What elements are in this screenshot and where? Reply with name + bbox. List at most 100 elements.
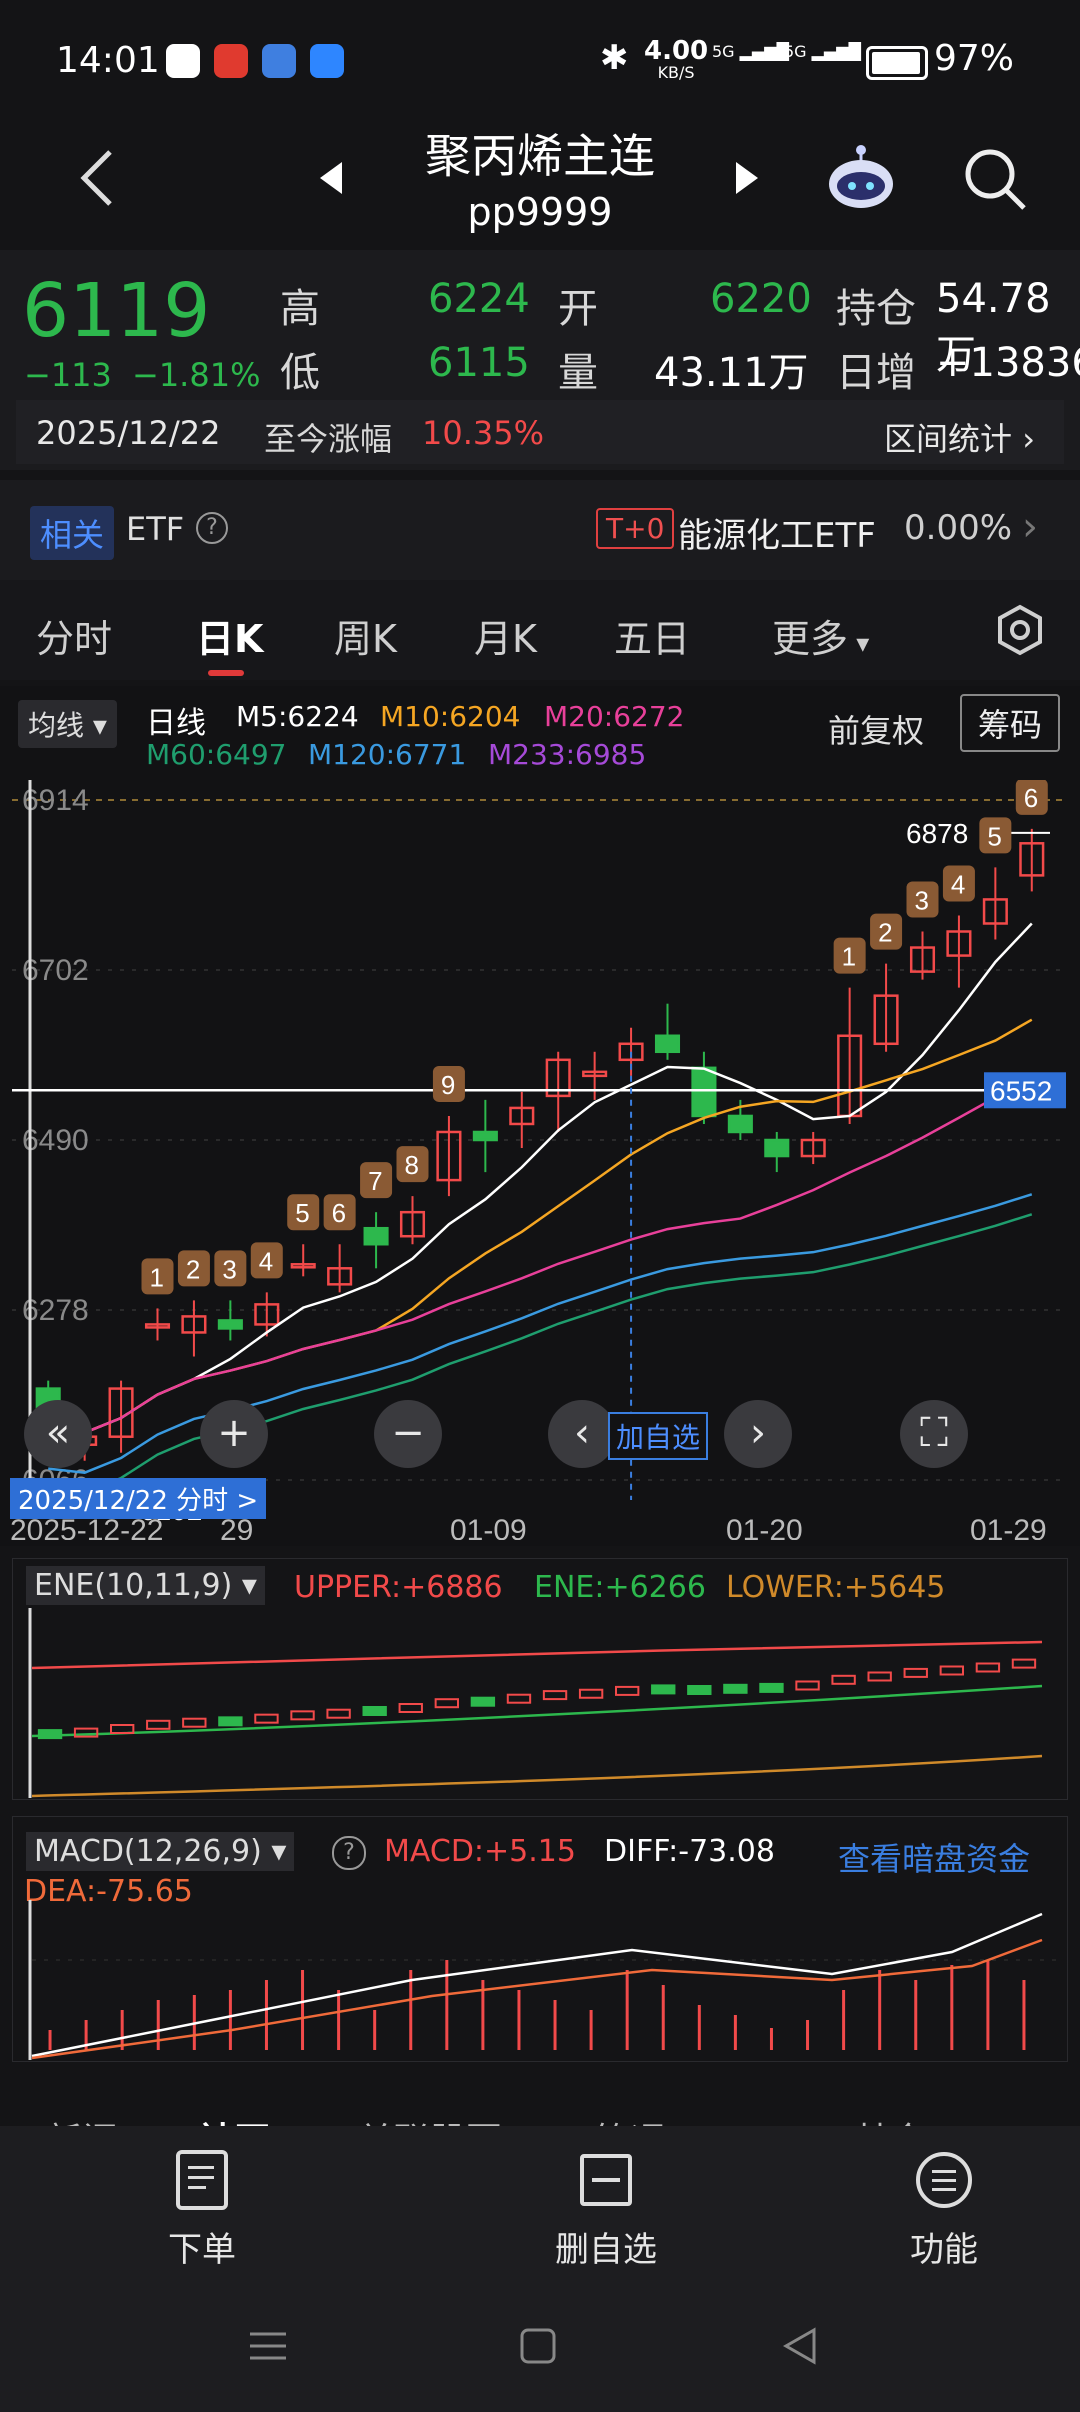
sequence-marker-label: 8 (405, 1150, 419, 1180)
ene-lower-line (31, 1754, 1043, 1798)
tab-overview[interactable]: 简况 (594, 2112, 666, 2126)
last-price: 6119 (22, 268, 211, 354)
tab-monthly-k[interactable]: 月K (474, 608, 537, 663)
x-tick-label: 01-09 (450, 1514, 527, 1540)
function-label: 功能 (910, 2230, 978, 2270)
chip-button[interactable]: 筹码 (960, 694, 1061, 752)
page-title: 聚丙烯主连 (425, 129, 655, 183)
remove-favorite-button[interactable]: 删自选 (496, 2150, 716, 2271)
ma5-label: M5:6224 (236, 700, 359, 733)
low-label: 低 (280, 350, 320, 396)
help-icon[interactable]: ? (332, 1836, 366, 1870)
period-label: 日线 (146, 706, 206, 741)
tab-fund[interactable]: 基金 (854, 2112, 926, 2126)
high-value: 6224 (428, 276, 530, 322)
peak-price-label: 6878 (906, 818, 968, 849)
candle-body (691, 1066, 717, 1118)
ene-candle (182, 1717, 207, 1728)
scroll-right-button[interactable]: › (724, 1400, 792, 1468)
ene-candle (398, 1703, 423, 1713)
robot-assistant-icon[interactable] (822, 140, 900, 218)
y-tick-label: 6278 (22, 1294, 89, 1327)
high-label: 高 (280, 286, 320, 332)
ma-line-10 (48, 1018, 1033, 1434)
macd-indicator-select[interactable]: MACD(12,26,9) ▾ (26, 1832, 295, 1871)
ene-candle (759, 1682, 784, 1693)
active-tab-indicator (208, 670, 244, 676)
help-icon[interactable]: ? (196, 512, 228, 544)
tab-news[interactable]: 新闻 (46, 2112, 118, 2126)
next-contract-icon[interactable] (732, 158, 762, 202)
crosshair-date-label[interactable]: 2025/12/22 分时 > (10, 1478, 267, 1519)
zoom-out-button[interactable]: − (374, 1400, 442, 1468)
ene-candle (975, 1662, 1001, 1673)
volume-label: 量 (558, 350, 598, 396)
scroll-left-button[interactable]: ‹ (548, 1400, 616, 1468)
tab-community[interactable]: 社区 (198, 2112, 270, 2126)
fullscreen-button[interactable]: ⛶ (900, 1400, 968, 1468)
signal-type-1: 5G (712, 42, 735, 61)
x-tick-label: 01-29 (970, 1514, 1047, 1540)
caret-down-icon: ▾ (84, 709, 107, 742)
nav-menu-icon[interactable] (248, 2326, 288, 2370)
tab-five-day[interactable]: 五日 (614, 608, 690, 663)
signal-icon: 5G ▂▄▆█ (784, 42, 861, 61)
price-change-pct: −1.81% (132, 356, 261, 394)
candle-body (217, 1319, 243, 1330)
ene-upper: UPPER:+6886 (294, 1570, 503, 1605)
zoom-in-button[interactable]: + (200, 1400, 268, 1468)
scroll-left-fast-button[interactable]: « (24, 1400, 92, 1468)
ma-line-5 (48, 922, 1033, 1434)
sequence-marker-label: 4 (259, 1246, 273, 1276)
price-hline-label: 6552 (990, 1075, 1052, 1106)
minus-box-icon (580, 2154, 632, 2206)
price-change: −113 (24, 356, 112, 394)
tab-weekly-k[interactable]: 周K (334, 608, 397, 663)
app-notification-icon (262, 44, 296, 78)
open-interest-label: 持仓 (836, 286, 916, 332)
bluetooth-icon: ✱ (600, 38, 629, 78)
gain-value: 10.35% (422, 414, 545, 452)
ene-candle (290, 1710, 315, 1721)
indicator-select[interactable]: 均线 ▾ (18, 700, 117, 748)
tab-more[interactable]: 更多 ▾ (772, 608, 869, 663)
ene-candle (578, 1688, 604, 1699)
nav-home-icon[interactable] (518, 2326, 558, 2370)
candle-body (363, 1226, 389, 1246)
search-icon[interactable] (962, 146, 1028, 216)
ene-candle (614, 1685, 640, 1696)
caret-down-icon: ▾ (261, 1834, 287, 1869)
tab-intraday[interactable]: 分时 (36, 608, 112, 663)
sequence-marker-label: 4 (951, 869, 965, 899)
signal-icon: 5G ▂▄▆█ (712, 42, 789, 61)
battery-level: 97% (934, 38, 1015, 79)
ene-candle (362, 1706, 387, 1716)
indicator-select-label: 均线 (28, 709, 85, 742)
net-speed: 4.00 KB/S (644, 38, 708, 84)
macd-diff: DIFF:-73.08 (604, 1834, 775, 1869)
ene-candle (651, 1684, 676, 1695)
dark-pool-link[interactable]: 查看暗盘资金 (838, 1834, 1030, 1880)
tab-related-stocks[interactable]: 关联股票 (358, 2112, 502, 2126)
settings-icon[interactable] (994, 604, 1046, 660)
macd-title: MACD(12,26,9) (34, 1834, 262, 1869)
candle-body (654, 1034, 681, 1054)
ene-indicator-select[interactable]: ENE(10,11,9) ▾ (26, 1566, 265, 1605)
nav-back-icon[interactable] (780, 2326, 820, 2370)
macd-chart (28, 1900, 1062, 2060)
candle-body (764, 1138, 790, 1158)
order-button[interactable]: 下单 (92, 2150, 312, 2271)
ene-candle (542, 1690, 568, 1701)
function-button[interactable]: 功能 (834, 2150, 1054, 2271)
related-badge: 相关 (30, 506, 115, 560)
adjust-mode[interactable]: 前复权 (828, 706, 924, 752)
tab-daily-k[interactable]: 日K (196, 608, 263, 663)
open-label: 开 (558, 286, 598, 332)
y-tick-label: 6490 (22, 1124, 89, 1157)
interval-stats-button[interactable]: 区间统计 › (884, 414, 1035, 460)
sequence-marker-label: 7 (368, 1166, 382, 1196)
add-favorite-button[interactable]: 加自选 (608, 1412, 709, 1460)
ene-candle (218, 1716, 243, 1727)
range-start-date: 2025/12/22 (36, 414, 221, 452)
chevron-right-icon: › (1022, 420, 1035, 458)
